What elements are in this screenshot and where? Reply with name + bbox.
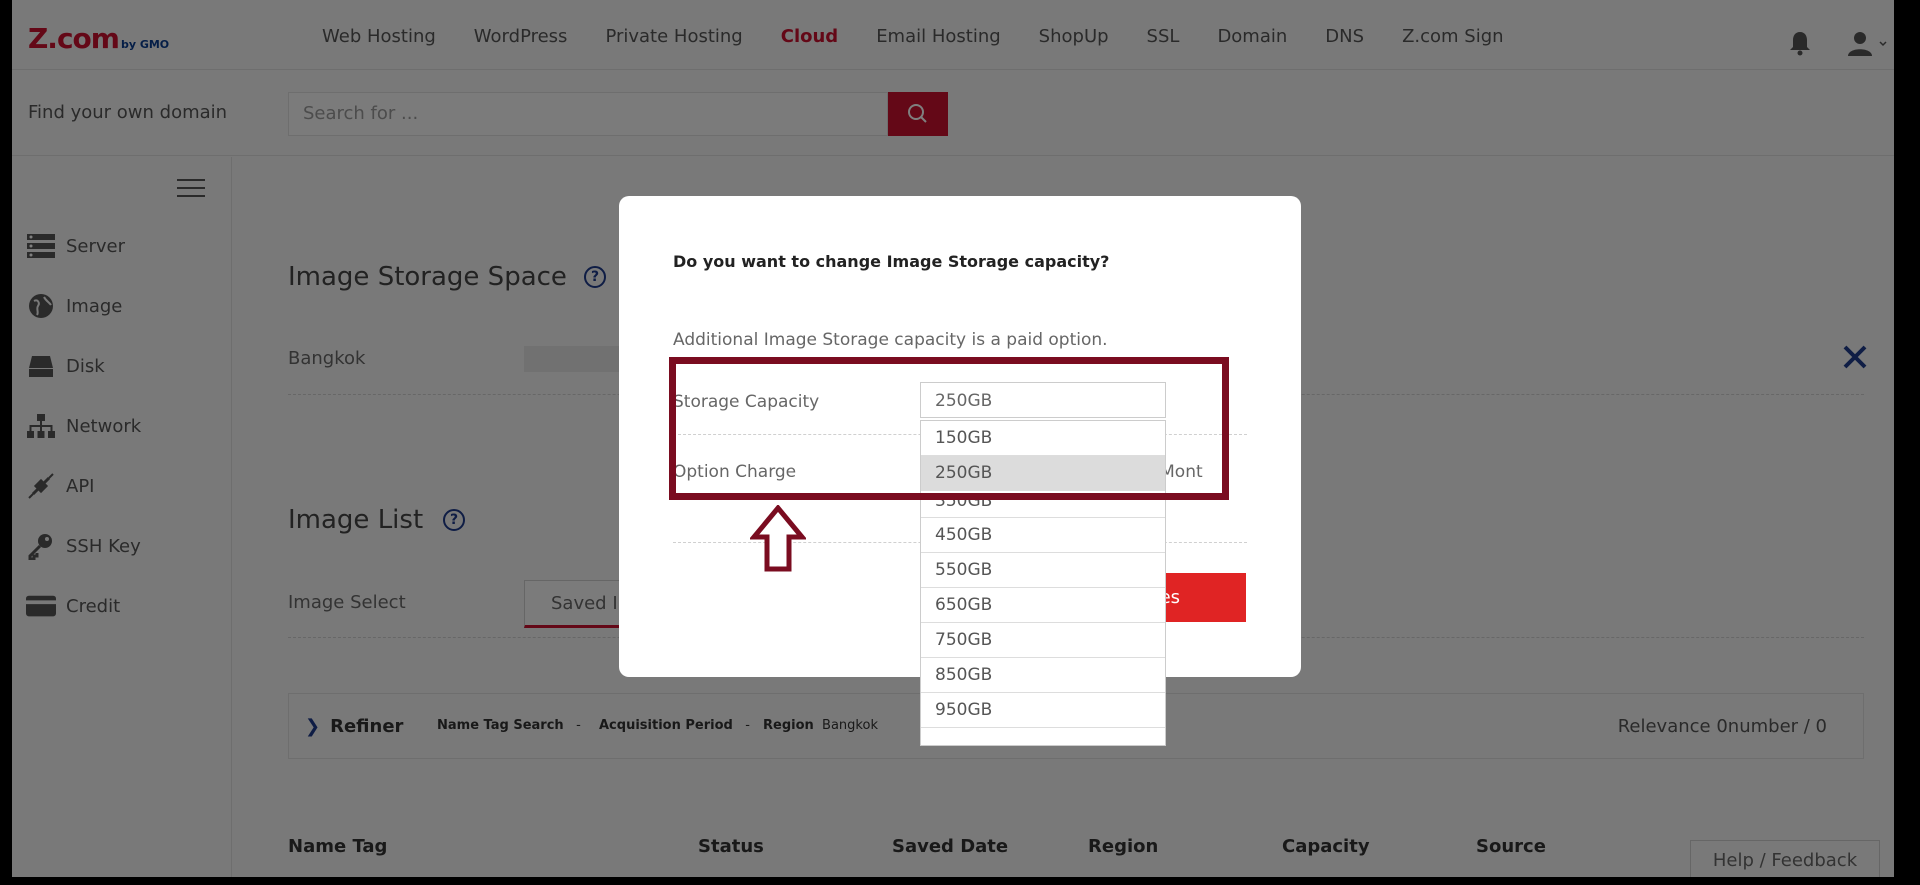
dropdown-option[interactable]: 550GB xyxy=(921,553,1165,588)
dropdown-option[interactable]: 450GB xyxy=(921,518,1165,553)
dropdown-option[interactable]: 950GB xyxy=(921,693,1165,728)
dropdown-option[interactable]: 650GB xyxy=(921,588,1165,623)
dropdown-option[interactable]: 850GB xyxy=(921,658,1165,693)
dialog-note: Additional Image Storage capacity is a p… xyxy=(673,330,1108,350)
annotation-up-arrow-icon xyxy=(750,505,806,572)
dialog-title: Do you want to change Image Storage capa… xyxy=(673,252,1110,271)
browser-frame: Z.comby GMO Web Hosting WordPress Privat… xyxy=(12,0,1894,877)
dropdown-option[interactable]: 750GB xyxy=(921,623,1165,658)
annotation-highlight-box xyxy=(669,357,1229,500)
